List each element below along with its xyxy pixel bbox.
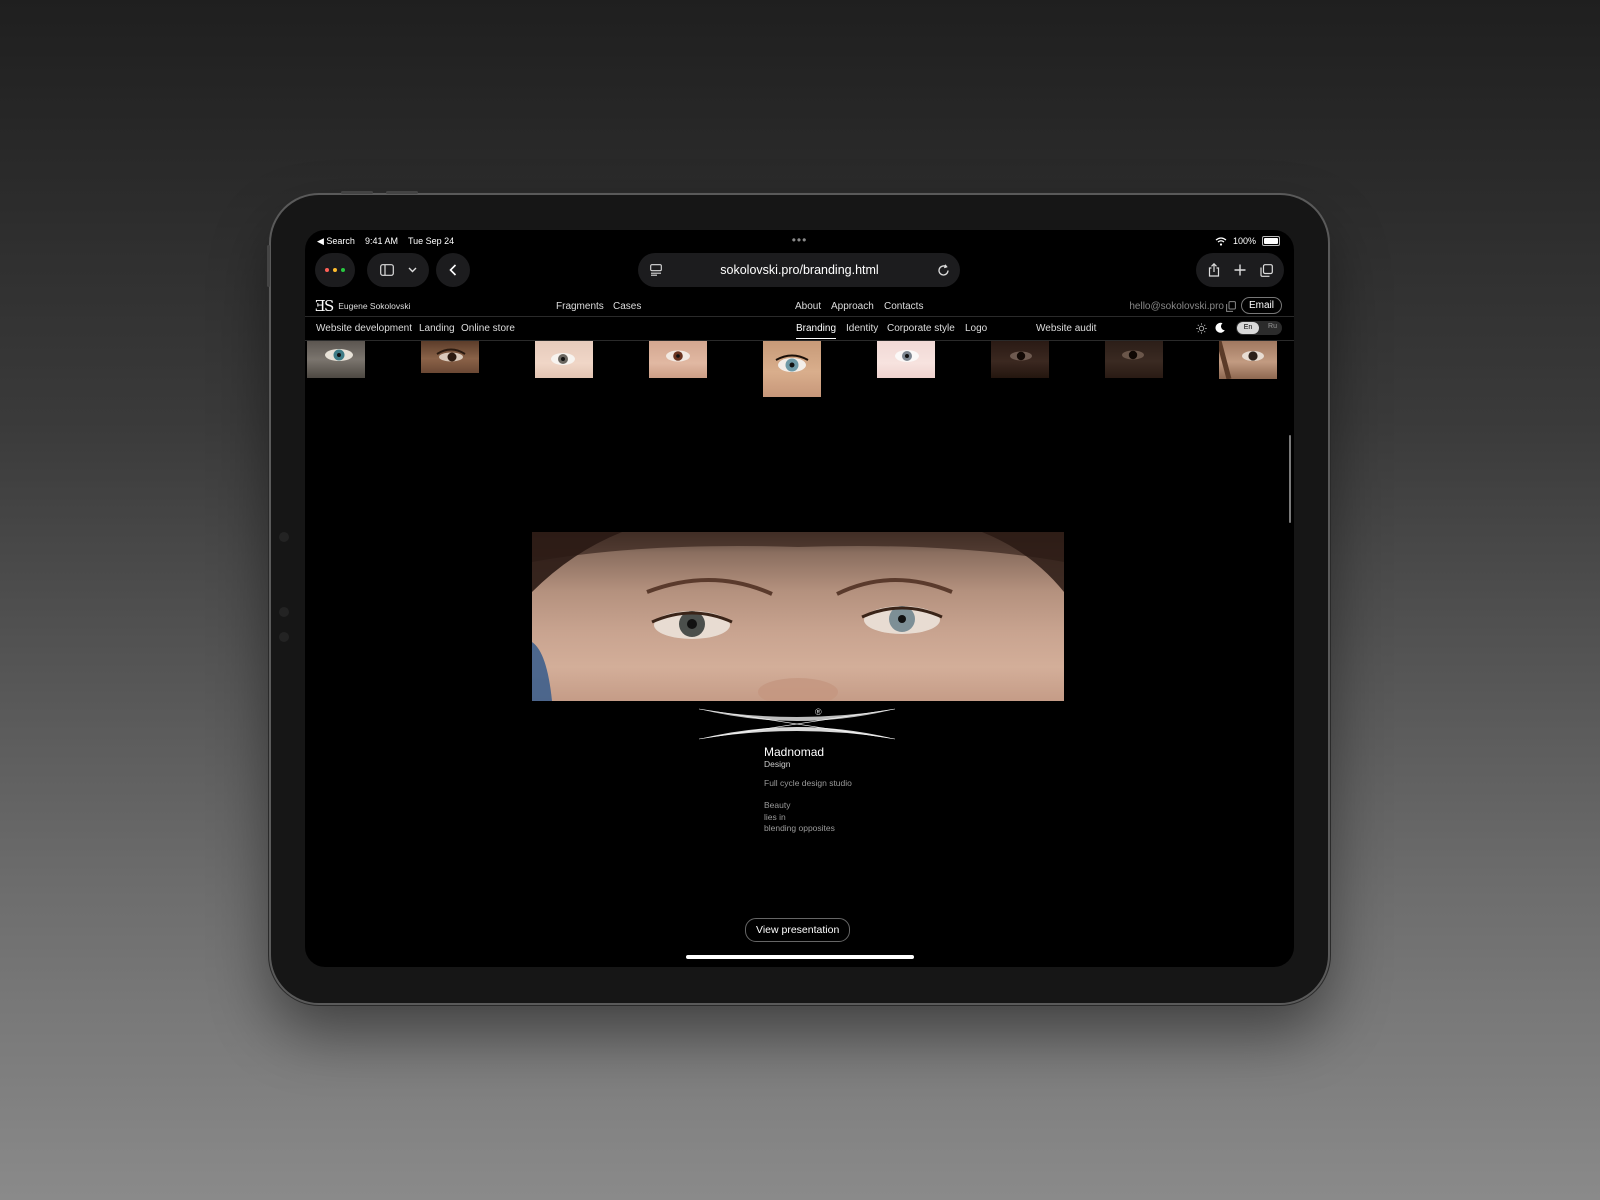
back-to-search-link[interactable]: ◀ Search	[317, 236, 355, 247]
browser-toolbar: sokolovski.pro/branding.html	[305, 253, 1294, 289]
view-presentation-button[interactable]: View presentation	[745, 918, 851, 942]
nav-contacts[interactable]: Contacts	[884, 301, 923, 312]
owner-name: Eugene Sokolovski	[338, 301, 411, 311]
chevron-down-icon[interactable]	[408, 267, 417, 273]
top-button	[341, 191, 373, 194]
plus-icon[interactable]	[1234, 264, 1246, 276]
logo-mark: ƎS	[315, 297, 334, 315]
language-toggle[interactable]: En Ru	[1236, 321, 1282, 335]
eye-thumbnail[interactable]	[1219, 341, 1277, 379]
project-info: Madnomad Design Full cycle design studio…	[764, 745, 852, 835]
scrollbar[interactable]	[1289, 435, 1291, 523]
side-button	[267, 245, 270, 287]
eye-thumbnail[interactable]	[535, 341, 593, 378]
subnav-website-audit[interactable]: Website audit	[1036, 323, 1096, 334]
sun-icon[interactable]	[1196, 323, 1207, 334]
status-time: 9:41 AM	[364, 236, 398, 246]
project-description: Full cycle design studio	[764, 778, 852, 788]
address-bar[interactable]: sokolovski.pro/branding.html	[638, 253, 960, 287]
top-button-2	[386, 191, 418, 194]
eye-thumbnail[interactable]	[763, 341, 821, 397]
project-quote: Beauty lies in blending opposites	[764, 800, 852, 835]
subnav-corporate-style[interactable]: Corporate style	[887, 323, 955, 334]
project-title: Madnomad	[764, 745, 825, 759]
battery-icon	[1262, 236, 1280, 246]
eye-thumbnail[interactable]	[307, 341, 365, 378]
nav-about[interactable]: About	[795, 301, 821, 312]
battery-percent: 100%	[1232, 236, 1256, 246]
page-menu-icon[interactable]	[650, 264, 662, 276]
eye-thumbnail[interactable]	[1105, 341, 1163, 378]
subnav-branding[interactable]: Branding	[796, 323, 837, 339]
site-logo[interactable]: ƎS Eugene Sokolovski	[315, 297, 411, 315]
close-dot-icon[interactable]	[325, 268, 329, 272]
subnav-landing[interactable]: Landing	[419, 323, 455, 334]
sensor-dot-2	[279, 632, 289, 642]
toolbar-actions	[1196, 253, 1284, 287]
subnav-online-store[interactable]: Online store	[461, 323, 515, 334]
camera-dot	[279, 532, 289, 542]
sensor-dot	[279, 607, 289, 617]
hero-image	[532, 532, 1064, 701]
quote-line: blending opposites	[764, 823, 835, 833]
tabs-icon[interactable]	[1259, 263, 1273, 277]
screen: ◀ Search 9:41 AM Tue Sep 24 ••• 100% sok…	[305, 230, 1294, 967]
status-bar: ◀ Search 9:41 AM Tue Sep 24 ••• 100%	[305, 230, 1294, 252]
quote-line: Beauty	[764, 800, 791, 810]
reload-icon[interactable]	[937, 263, 950, 277]
site-header: ƎS Eugene Sokolovski Fragments Cases Abo…	[305, 292, 1294, 316]
copy-icon[interactable]	[1226, 301, 1236, 312]
eye-thumbnail[interactable]	[649, 341, 707, 378]
zoom-dot-icon[interactable]	[341, 268, 345, 272]
eye-thumbnail[interactable]	[991, 341, 1049, 378]
eye-thumbnail[interactable]	[877, 341, 935, 378]
lang-en[interactable]: En	[1237, 322, 1259, 334]
minimize-dot-icon[interactable]	[333, 268, 337, 272]
eye-thumbnail[interactable]	[421, 341, 479, 373]
nav-cases[interactable]: Cases	[613, 301, 641, 312]
nav-approach[interactable]: Approach	[831, 301, 874, 312]
wifi-icon	[1215, 236, 1227, 246]
url-text[interactable]: sokolovski.pro/branding.html	[662, 263, 937, 277]
subnav-logo[interactable]: Logo	[965, 323, 987, 334]
project-subtitle: Design	[764, 759, 791, 769]
back-button[interactable]	[436, 253, 470, 287]
home-indicator[interactable]	[686, 955, 914, 959]
madnomad-logo	[698, 708, 896, 740]
subnav-website-development[interactable]: Website development	[316, 323, 412, 334]
lang-ru[interactable]: Ru	[1268, 323, 1277, 330]
share-icon[interactable]	[1208, 263, 1220, 277]
nav-fragments[interactable]: Fragments	[556, 301, 604, 312]
back-arrow-icon[interactable]	[449, 264, 457, 276]
multitasking-dots-icon[interactable]: •••	[792, 233, 808, 247]
sub-navigation: Website development Landing Online store…	[305, 317, 1294, 340]
subnav-identity[interactable]: Identity	[846, 323, 878, 334]
sidebar-toggle-group[interactable]	[367, 253, 429, 287]
email-button[interactable]: Email	[1240, 297, 1282, 314]
email-address[interactable]: hello@sokolovski.pro	[1129, 301, 1224, 312]
sidebar-icon[interactable]	[379, 264, 394, 276]
window-controls[interactable]	[315, 253, 355, 287]
status-date: Tue Sep 24	[407, 236, 455, 246]
quote-line: lies in	[764, 811, 786, 822]
registered-mark: ®	[815, 707, 822, 717]
moon-icon[interactable]	[1214, 322, 1226, 334]
ipad-frame: ◀ Search 9:41 AM Tue Sep 24 ••• 100% sok…	[267, 191, 1328, 1003]
